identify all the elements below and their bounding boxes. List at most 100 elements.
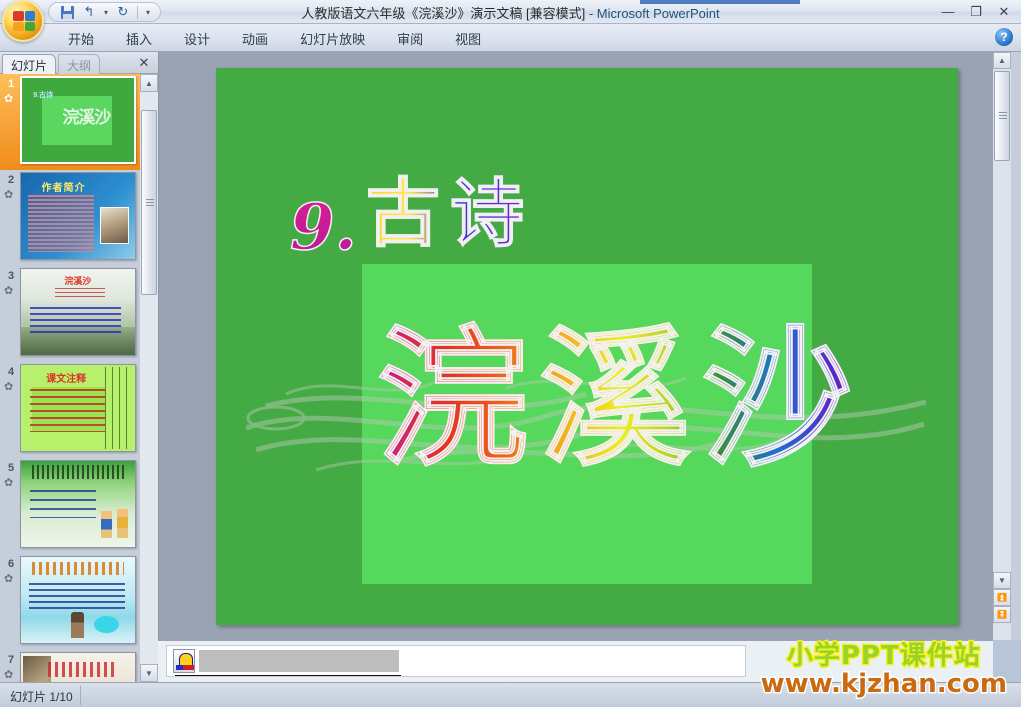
slide-title-wordart[interactable]: 浣溪沙 [377, 278, 864, 495]
scroll-up-button[interactable]: ▲ [140, 74, 158, 92]
thumb-figure [116, 509, 129, 539]
window-title-app: Microsoft PowerPoint [596, 6, 720, 21]
chevron-down-icon: ▾ [103, 7, 108, 17]
animation-star-icon: ✿ [4, 477, 14, 489]
watermark-line1: 小学PPT课件站 [786, 641, 981, 671]
tab-design[interactable]: 设计 [168, 25, 226, 52]
animation-star-icon: ✿ [4, 189, 14, 201]
redo-icon: ↻ [117, 4, 129, 19]
previous-slide-button[interactable]: ⏫ [993, 589, 1011, 606]
slide-number: 2 [7, 174, 15, 186]
thumb-subtitle: 9.古诗 [33, 91, 54, 99]
thumb-title: 作者简介 [41, 183, 86, 195]
scrollbar-thumb[interactable] [141, 110, 157, 295]
slide-counter: 幻灯片 1/10 [10, 690, 73, 704]
notes-text-box[interactable] [166, 645, 746, 677]
slides-pane-scrollbar[interactable]: ▲ ▼ [140, 74, 158, 682]
qat-divider [137, 5, 138, 19]
animation-star-icon: ✿ [4, 381, 14, 393]
save-button[interactable] [57, 4, 77, 21]
thumb-picture [23, 656, 51, 682]
slide-thumbnail-image: 9.古诗 浣溪沙 [20, 76, 136, 164]
slide-thumbnail-image: 浣溪沙 [20, 268, 136, 356]
undo-button[interactable]: ↰ [79, 4, 99, 21]
window-title-separator: - [585, 6, 597, 21]
minimize-button[interactable]: — [935, 2, 961, 21]
thumb-title: 课文注释 [46, 374, 87, 386]
scrollbar-grip-icon [999, 112, 1007, 120]
thumb-figure [71, 612, 84, 638]
animation-star-icon: ✿ [4, 93, 14, 105]
tab-review[interactable]: 审阅 [381, 25, 439, 52]
ribbon-tab-bar: 开始 插入 设计 动画 幻灯片放映 审阅 视图 ? [0, 24, 1021, 52]
slide-thumbnail-1[interactable]: 1 ✿ 9.古诗 浣溪沙 [0, 74, 140, 170]
slide-thumbnail-image [20, 460, 136, 548]
undo-dropdown-button[interactable]: ▾ [101, 4, 111, 21]
current-slide[interactable]: 9. 古诗 浣溪沙 [216, 68, 958, 625]
slide-thumbnail-image [20, 652, 136, 682]
slide-thumbnail-image [20, 556, 136, 644]
save-icon [60, 5, 74, 19]
selected-object-placeholder[interactable] [199, 650, 399, 672]
close-button[interactable]: ✕ [991, 2, 1017, 21]
powerpoint-window: 人教版语文六年级《浣溪沙》演示文稿 [兼容模式] - Microsoft Pow… [0, 0, 1021, 707]
window-title-document: 人教版语文六年级《浣溪沙》演示文稿 [兼容模式] [301, 6, 586, 21]
scrollbar-grip-icon [146, 198, 154, 207]
pane-tab-outline[interactable]: 大纲 [58, 54, 101, 74]
slide-number: 4 [7, 366, 15, 378]
slide-number: 7 [7, 654, 15, 666]
slide-thumbnail-3[interactable]: 3 ✿ 浣溪沙 [0, 266, 140, 362]
scroll-down-button[interactable]: ▼ [993, 572, 1011, 589]
undo-icon: ↰ [83, 4, 95, 19]
office-logo-icon [13, 11, 35, 31]
animation-star-icon: ✿ [4, 285, 14, 297]
ribbon-tabs: 开始 插入 设计 动画 幻灯片放映 审阅 视图 [52, 24, 497, 52]
animation-star-icon: ✿ [4, 669, 14, 681]
tab-animations[interactable]: 动画 [226, 25, 284, 52]
office-button[interactable] [2, 0, 44, 42]
slide-thumbnail-image: 作者简介 [20, 172, 136, 260]
slide-thumbnail-2[interactable]: 2 ✿ 作者简介 [0, 170, 140, 266]
embedded-object-icon[interactable] [173, 649, 195, 673]
scroll-up-button[interactable]: ▲ [993, 52, 1011, 69]
slide-thumbnail-list[interactable]: 1 ✿ 9.古诗 浣溪沙 2 ✿ 作者简介 3 ✿ 浣溪沙 4 ✿ 课文注释 5… [0, 74, 140, 682]
help-button[interactable]: ? [995, 28, 1013, 46]
slide-thumbnail-7[interactable]: 7 ✿ [0, 650, 140, 682]
outer-scroll-gutter [1011, 52, 1021, 640]
thumb-title: 浣溪沙 [64, 276, 92, 287]
watermark-line2-wrap: www.kjzhan.com www.kjzhan.com [759, 668, 1008, 701]
quick-access-toolbar: ↰ ▾ ↻ ▾ [48, 2, 161, 22]
slide-number: 1 [7, 78, 15, 90]
slide-area-scrollbar[interactable]: ▲ ▼ ⏫ ⏬ [993, 52, 1011, 640]
thumb-title: 浣溪沙 [62, 108, 111, 128]
slide-number: 3 [7, 270, 15, 282]
watermark-line2: www.kjzhan.com [760, 669, 1007, 699]
customize-qat-button[interactable]: ▾ [142, 4, 154, 21]
tab-home[interactable]: 开始 [52, 25, 110, 52]
slide-editing-area: 9. 古诗 浣溪沙 [158, 52, 993, 640]
slide-number: 6 [7, 558, 15, 570]
slide-number: 5 [7, 462, 15, 474]
watermark: 小学PPT课件站 小学PPT课件站 www.kjzhan.com www.kjz… [759, 635, 1008, 701]
tab-slideshow[interactable]: 幻灯片放映 [284, 25, 381, 52]
scroll-down-button[interactable]: ▼ [140, 664, 158, 682]
slide-thumbnail-5[interactable]: 5 ✿ [0, 458, 140, 554]
close-pane-icon[interactable]: ✕ [136, 55, 152, 71]
next-slide-button[interactable]: ⏬ [993, 606, 1011, 623]
redo-button[interactable]: ↻ [113, 4, 133, 21]
tab-view[interactable]: 视图 [439, 25, 497, 52]
slide-thumbnail-4[interactable]: 4 ✿ 课文注释 [0, 362, 140, 458]
slide-subject-wordart[interactable]: 古诗 [365, 154, 534, 261]
slide-thumbnail-6[interactable]: 6 ✿ [0, 554, 140, 650]
thumb-figure [100, 510, 113, 539]
slides-pane-tabs: 幻灯片 大纲 ✕ [0, 52, 158, 74]
restore-button[interactable]: ❐ [963, 2, 989, 21]
pane-tab-slides[interactable]: 幻灯片 [2, 54, 57, 74]
object-underline [175, 675, 401, 676]
slides-pane: 幻灯片 大纲 ✕ 1 ✿ 9.古诗 浣溪沙 2 ✿ 作者简介 3 ✿ 浣溪沙 4… [0, 52, 158, 682]
slide-number-wordart[interactable]: 9. [289, 189, 357, 266]
scrollbar-thumb[interactable] [994, 71, 1010, 161]
thumb-speech-bubble [93, 615, 120, 633]
tab-insert[interactable]: 插入 [110, 25, 168, 52]
animation-star-icon: ✿ [4, 573, 14, 585]
